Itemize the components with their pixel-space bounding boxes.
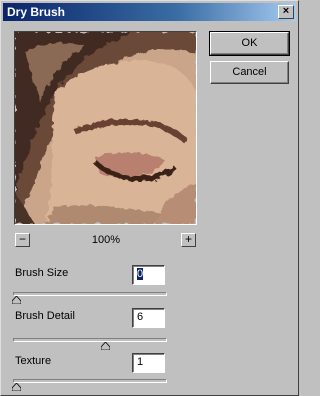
texture-field[interactable]: 1 xyxy=(132,353,165,373)
brush-size-slider[interactable] xyxy=(12,292,167,304)
brush-detail-label: Brush Detail xyxy=(15,310,75,322)
brush-detail-slider[interactable] xyxy=(13,338,167,350)
close-icon[interactable]: × xyxy=(278,5,294,19)
brush-detail-field[interactable]: 6 xyxy=(132,308,165,328)
slider-thumb-icon[interactable] xyxy=(12,383,21,391)
brush-size-label: Brush Size xyxy=(15,267,69,279)
texture-slider[interactable] xyxy=(12,379,167,391)
zoom-level: 100% xyxy=(91,234,121,246)
preview-image xyxy=(15,32,196,224)
zoom-out-button[interactable]: − xyxy=(15,233,30,247)
cancel-button[interactable]: Cancel xyxy=(210,61,289,84)
dialog-title: Dry Brush xyxy=(7,5,66,19)
filter-preview[interactable] xyxy=(14,31,197,225)
slider-thumb-icon[interactable] xyxy=(100,342,110,350)
ok-button[interactable]: OK xyxy=(209,31,290,56)
dialog-window: Dry Brush × OK Cancel − 100% + Brush Siz… xyxy=(0,0,299,396)
brush-size-field[interactable]: 0 xyxy=(132,265,165,285)
texture-label: Texture xyxy=(15,355,52,367)
slider-thumb-icon[interactable] xyxy=(12,296,21,304)
title-bar[interactable]: Dry Brush × xyxy=(3,3,296,21)
zoom-in-button[interactable]: + xyxy=(181,233,196,247)
